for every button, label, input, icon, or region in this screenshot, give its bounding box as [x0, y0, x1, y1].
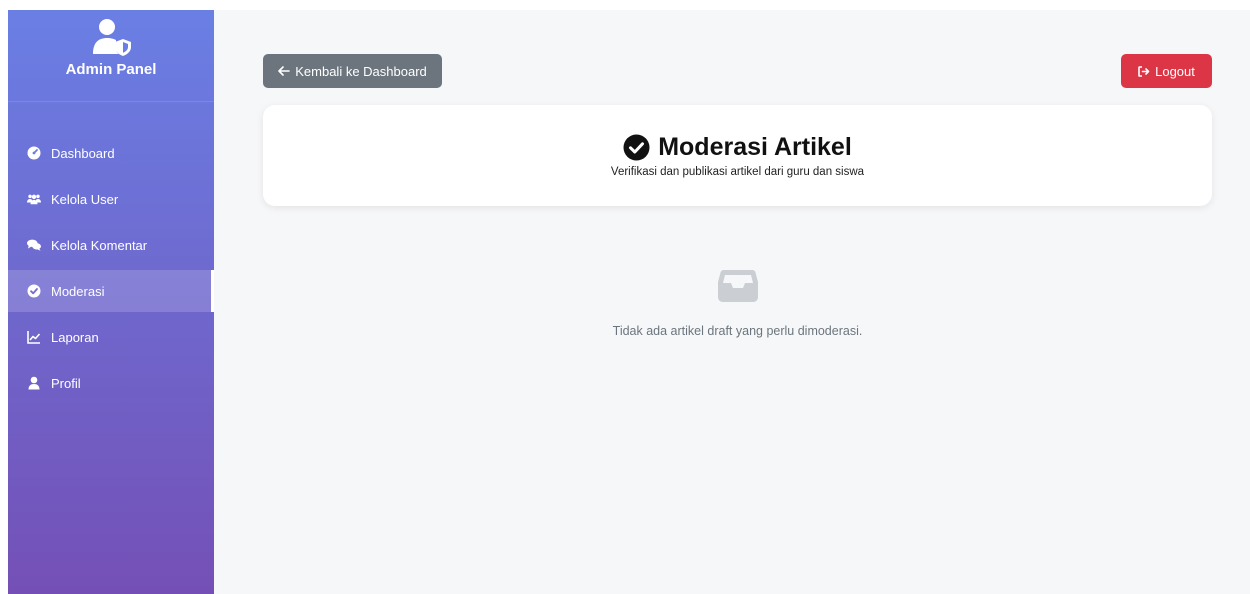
sidebar-brand: Admin Panel: [8, 10, 214, 102]
check-circle-icon: [27, 284, 41, 298]
comments-icon: [27, 238, 41, 252]
sidebar-item-profil[interactable]: Profil: [8, 362, 214, 404]
sidebar-item-label: Dashboard: [51, 145, 115, 161]
gauge-icon: [27, 146, 41, 160]
sidebar-item-laporan[interactable]: Laporan: [8, 316, 214, 358]
empty-state-message: Tidak ada artikel draft yang perlu dimod…: [612, 324, 863, 338]
sidebar-item-label: Profil: [51, 375, 81, 391]
page-title-text: Moderasi Artikel: [658, 133, 852, 161]
users-icon: [27, 192, 41, 206]
inbox-icon: [717, 270, 758, 302]
back-button-label: Kembali ke Dashboard: [295, 63, 427, 79]
sign-out-icon: [1138, 65, 1150, 77]
sidebar: Admin Panel Dashboard Kelola User Kelola…: [8, 10, 214, 594]
sidebar-item-label: Kelola User: [51, 191, 119, 207]
page-header-card: Moderasi Artikel Verifikasi dan publikas…: [263, 105, 1212, 206]
sidebar-item-label: Kelola Komentar: [51, 237, 148, 253]
app-frame: Admin Panel Dashboard Kelola User Kelola…: [8, 10, 1250, 594]
page-subtitle: Verifikasi dan publikasi artikel dari gu…: [610, 166, 865, 178]
arrow-left-icon: [278, 66, 291, 76]
check-circle-icon: [623, 134, 650, 161]
user-icon: [27, 376, 41, 390]
sidebar-item-label: Laporan: [51, 329, 99, 345]
sidebar-item-kelola-komentar[interactable]: Kelola Komentar: [8, 224, 214, 266]
brand-title: Admin Panel: [65, 61, 157, 78]
chart-line-icon: [27, 330, 41, 344]
sidebar-item-kelola-user[interactable]: Kelola User: [8, 178, 214, 220]
empty-state: Tidak ada artikel draft yang perlu dimod…: [263, 268, 1212, 338]
sidebar-nav: Dashboard Kelola User Kelola Komentar Mo…: [8, 132, 214, 404]
user-shield-icon: [93, 19, 131, 56]
back-to-dashboard-button[interactable]: Kembali ke Dashboard: [263, 54, 442, 88]
logout-button-label: Logout: [1155, 63, 1195, 79]
sidebar-item-label: Moderasi: [51, 283, 105, 299]
logout-button[interactable]: Logout: [1121, 54, 1212, 88]
sidebar-item-moderasi[interactable]: Moderasi: [8, 270, 214, 312]
page-title: Moderasi Artikel: [623, 133, 852, 162]
sidebar-item-dashboard[interactable]: Dashboard: [8, 132, 214, 174]
main-content: Kembali ke Dashboard Logout Moderasi Art…: [214, 10, 1250, 594]
